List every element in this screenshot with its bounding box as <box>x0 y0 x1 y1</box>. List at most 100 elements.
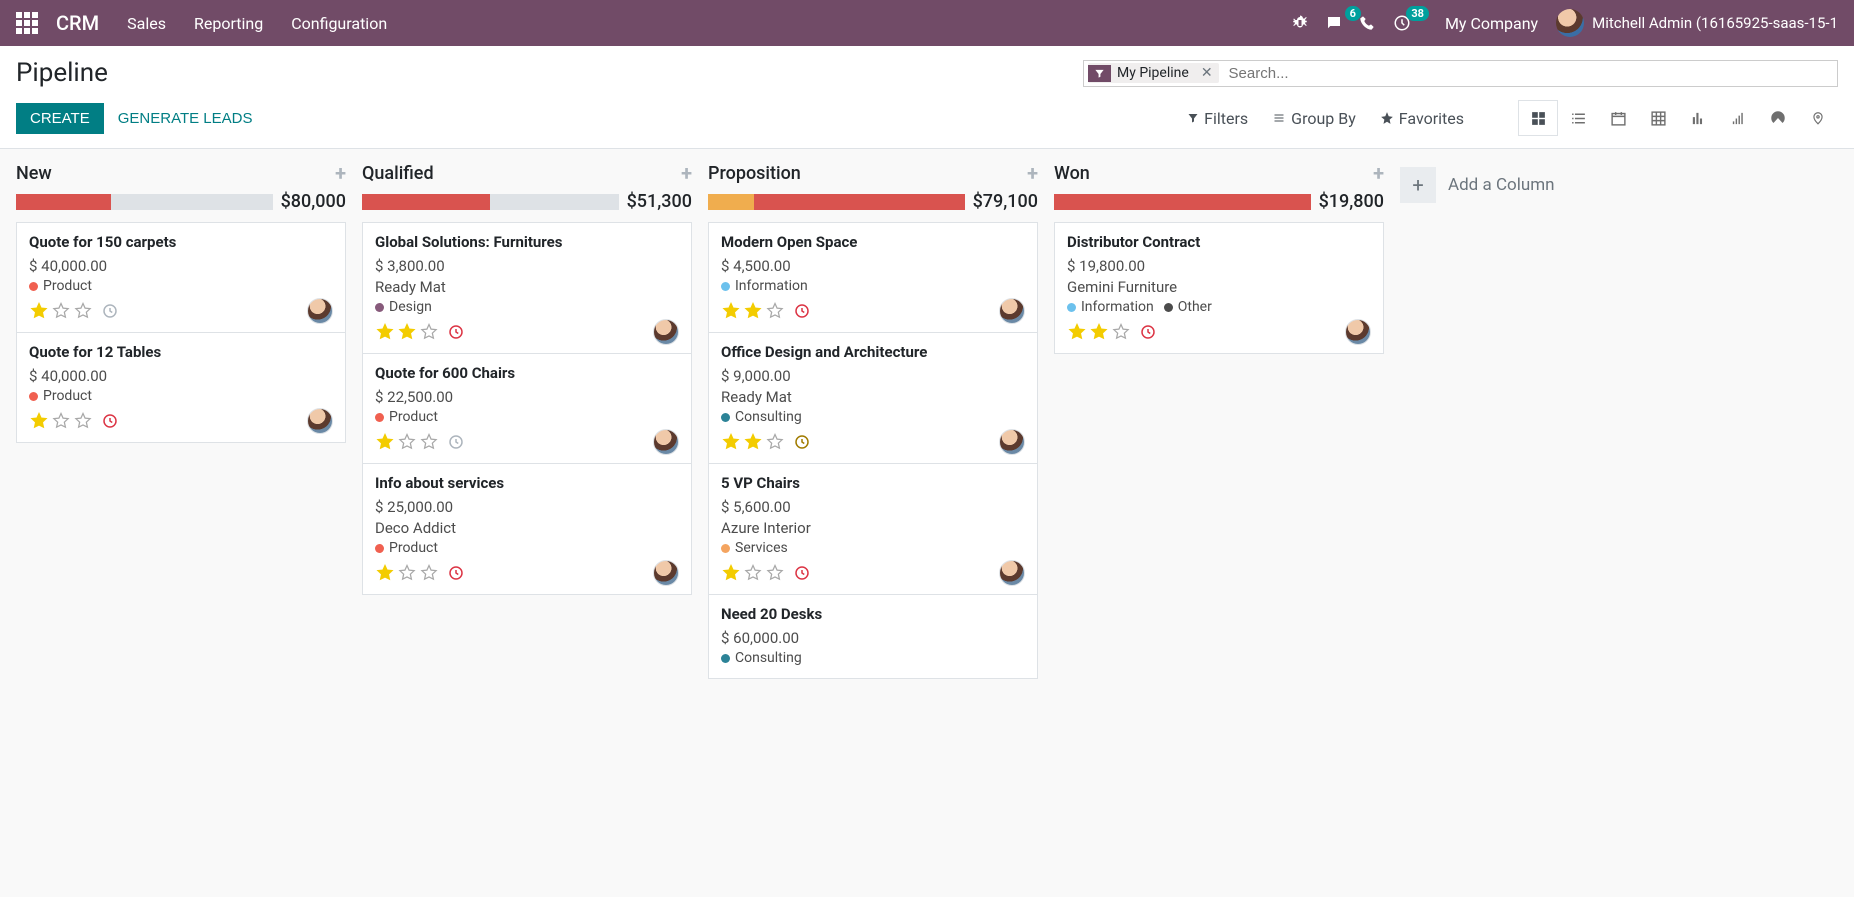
column-title[interactable]: Won <box>1054 163 1090 184</box>
progress-segment[interactable] <box>708 194 754 210</box>
activity-clock-icon[interactable] <box>793 302 811 320</box>
priority-star[interactable] <box>743 432 763 452</box>
priority-star[interactable] <box>375 563 395 583</box>
priority-star[interactable] <box>721 563 741 583</box>
assignee-avatar-icon[interactable] <box>307 408 333 434</box>
activity-clock-icon[interactable] <box>1139 323 1157 341</box>
apps-icon[interactable] <box>16 12 38 34</box>
priority-star[interactable] <box>73 301 93 321</box>
priority-star[interactable] <box>765 301 785 321</box>
create-button[interactable]: CREATE <box>16 103 104 134</box>
progress-segment[interactable] <box>362 194 490 210</box>
priority-star[interactable] <box>397 563 417 583</box>
nav-reporting[interactable]: Reporting <box>194 14 263 33</box>
priority-star[interactable] <box>765 563 785 583</box>
activity-clock-icon[interactable] <box>101 302 119 320</box>
activity-clock-icon[interactable] <box>447 564 465 582</box>
priority-star[interactable] <box>1067 322 1087 342</box>
view-cohort[interactable] <box>1718 100 1758 136</box>
priority-star[interactable] <box>29 411 49 431</box>
activities-icon[interactable]: 38 <box>1393 14 1427 32</box>
search-box[interactable]: My Pipeline ✕ <box>1083 60 1838 87</box>
column-title[interactable]: Qualified <box>362 163 434 184</box>
assignee-avatar-icon[interactable] <box>653 319 679 345</box>
priority-star[interactable] <box>419 432 439 452</box>
priority-star[interactable] <box>51 301 71 321</box>
activity-clock-icon[interactable] <box>101 412 119 430</box>
column-amount: $19,800 <box>1319 191 1384 212</box>
assignee-avatar-icon[interactable] <box>653 429 679 455</box>
assignee-avatar-icon[interactable] <box>999 429 1025 455</box>
kanban-card[interactable]: Info about services$ 25,000.00Deco Addic… <box>362 463 692 595</box>
view-map[interactable] <box>1798 100 1838 136</box>
priority-star[interactable] <box>29 301 49 321</box>
progress-segment[interactable] <box>1054 194 1311 210</box>
priority-star[interactable] <box>397 322 417 342</box>
company-selector[interactable]: My Company <box>1445 14 1538 33</box>
page-title: Pipeline <box>16 58 108 88</box>
messages-icon[interactable]: 6 <box>1325 14 1359 32</box>
card-title: Need 20 Desks <box>721 605 1025 623</box>
activity-clock-icon[interactable] <box>447 323 465 341</box>
activity-clock-icon[interactable] <box>793 433 811 451</box>
priority-star[interactable] <box>51 411 71 431</box>
kanban-card[interactable]: Need 20 Desks$ 60,000.00Consulting <box>708 594 1038 679</box>
assignee-avatar-icon[interactable] <box>999 560 1025 586</box>
column-quick-create[interactable]: + <box>335 161 346 185</box>
priority-star[interactable] <box>743 301 763 321</box>
view-kanban[interactable] <box>1518 100 1558 136</box>
nav-configuration[interactable]: Configuration <box>291 14 387 33</box>
add-column[interactable]: +Add a Column <box>1392 157 1592 213</box>
search-input[interactable] <box>1225 63 1833 84</box>
priority-star[interactable] <box>765 432 785 452</box>
app-brand[interactable]: CRM <box>56 11 99 35</box>
view-list[interactable] <box>1558 100 1598 136</box>
column-quick-create[interactable]: + <box>1027 161 1038 185</box>
groupby-dropdown[interactable]: Group By <box>1272 109 1356 128</box>
favorites-dropdown[interactable]: Favorites <box>1380 109 1464 128</box>
column-title[interactable]: New <box>16 163 52 184</box>
kanban-card[interactable]: Office Design and Architecture$ 9,000.00… <box>708 332 1038 464</box>
add-column-icon[interactable]: + <box>1400 167 1436 203</box>
assignee-avatar-icon[interactable] <box>653 560 679 586</box>
generate-leads-button[interactable]: GENERATE LEADS <box>104 103 267 134</box>
activity-clock-icon[interactable] <box>793 564 811 582</box>
progress-segment[interactable] <box>16 194 111 210</box>
user-menu[interactable]: Mitchell Admin (16165925-saas-15-1 <box>1556 9 1838 37</box>
activity-clock-icon[interactable] <box>447 433 465 451</box>
filters-dropdown[interactable]: Filters <box>1187 109 1248 128</box>
column-quick-create[interactable]: + <box>681 161 692 185</box>
assignee-avatar-icon[interactable] <box>999 298 1025 324</box>
assignee-avatar-icon[interactable] <box>307 298 333 324</box>
priority-star[interactable] <box>1089 322 1109 342</box>
priority-star[interactable] <box>419 322 439 342</box>
debug-icon[interactable] <box>1291 14 1325 32</box>
progress-segment[interactable] <box>754 194 964 210</box>
view-calendar[interactable] <box>1598 100 1638 136</box>
column-quick-create[interactable]: + <box>1373 161 1384 185</box>
priority-star[interactable] <box>375 432 395 452</box>
view-pivot[interactable] <box>1638 100 1678 136</box>
kanban-card[interactable]: 5 VP Chairs$ 5,600.00Azure InteriorServi… <box>708 463 1038 595</box>
priority-star[interactable] <box>375 322 395 342</box>
phone-icon[interactable] <box>1359 15 1393 31</box>
facet-remove[interactable]: ✕ <box>1195 63 1219 83</box>
priority-star[interactable] <box>397 432 417 452</box>
nav-sales[interactable]: Sales <box>127 14 166 33</box>
column-title[interactable]: Proposition <box>708 163 801 184</box>
kanban-card[interactable]: Global Solutions: Furnitures$ 3,800.00Re… <box>362 222 692 354</box>
priority-star[interactable] <box>721 432 741 452</box>
priority-star[interactable] <box>419 563 439 583</box>
kanban-card[interactable]: Quote for 600 Chairs$ 22,500.00Product <box>362 353 692 464</box>
priority-star[interactable] <box>73 411 93 431</box>
priority-star[interactable] <box>1111 322 1131 342</box>
assignee-avatar-icon[interactable] <box>1345 319 1371 345</box>
kanban-card[interactable]: Modern Open Space$ 4,500.00Information <box>708 222 1038 333</box>
kanban-card[interactable]: Quote for 12 Tables$ 40,000.00Product <box>16 332 346 443</box>
kanban-card[interactable]: Distributor Contract$ 19,800.00Gemini Fu… <box>1054 222 1384 354</box>
view-graph[interactable] <box>1678 100 1718 136</box>
view-dashboard[interactable] <box>1758 100 1798 136</box>
priority-star[interactable] <box>743 563 763 583</box>
priority-star[interactable] <box>721 301 741 321</box>
kanban-card[interactable]: Quote for 150 carpets$ 40,000.00Product <box>16 222 346 333</box>
